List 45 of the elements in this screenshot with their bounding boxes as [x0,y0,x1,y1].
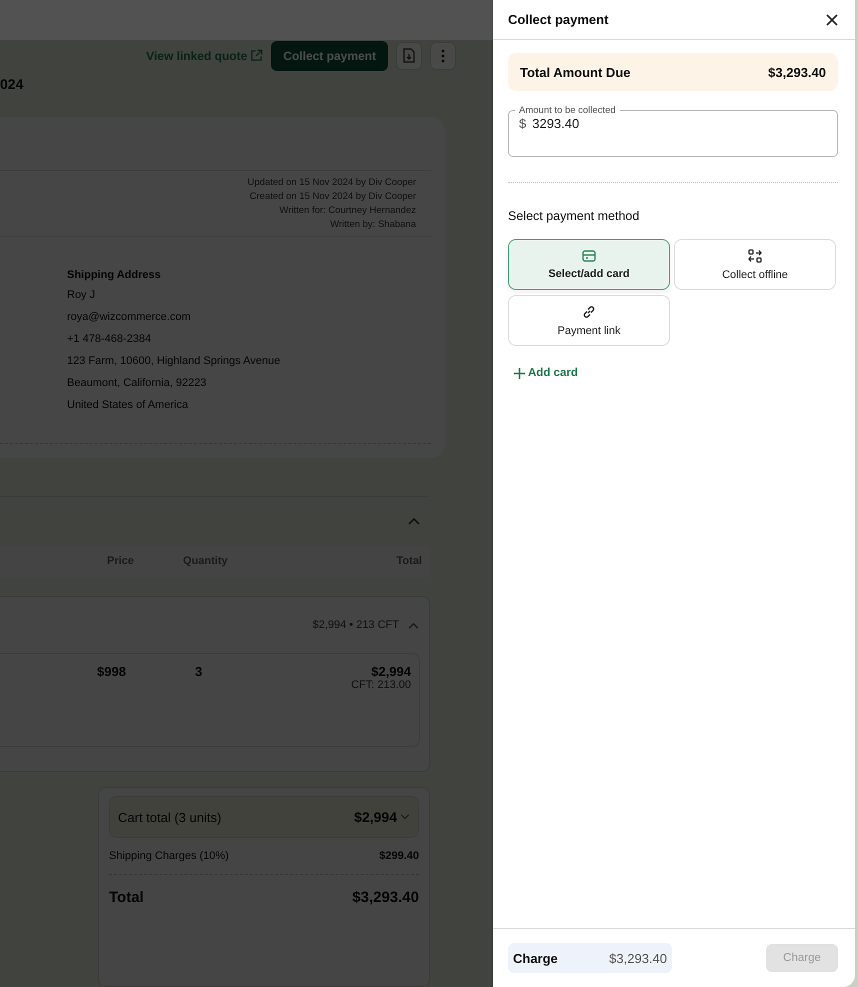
address-line: Beaumont, California, 92223 [67,376,208,389]
total-cell: $2,994 [371,664,411,679]
summary-label: Shipping Charges (10%) [109,850,229,862]
quantity-cell: 3 [195,664,202,679]
amount-input-field[interactable]: Amount to be collected $ 3293.40 [508,105,838,157]
payment-method-option[interactable]: Payment link [508,295,670,346]
amount-input[interactable]: 3293.40 [532,116,732,131]
currency-prefix: $ [519,116,526,131]
page-title: 024 [0,76,24,94]
address-line: roya@wizcommerce.com [67,310,192,323]
plus-icon [514,368,525,378]
more-vertical-icon [441,48,445,63]
total-due-label: Total Amount Due [520,64,630,80]
external-link-icon [250,49,264,62]
download-file-icon [403,48,415,64]
address-line: Roy J [67,288,96,301]
payment-method-option[interactable]: Collect offline [674,239,836,290]
summary-label: Total [109,888,144,906]
address-line: United States of America [67,398,190,411]
more-options-button[interactable] [430,42,456,70]
section-heading: Select payment method [508,209,640,223]
download-button[interactable] [396,42,422,70]
drawer-title: Collect payment [508,12,608,27]
swap-arrows-icon [748,248,762,262]
charge-amount: $3,293.40 [609,950,667,966]
chevron-up-icon[interactable] [408,517,420,526]
cart-total-label: Cart total (3 units) [118,810,222,824]
price-cell: $998 [97,664,126,679]
field-label: Amount to be collected [518,105,617,116]
address-heading: Shipping Address [67,268,162,281]
credit-card-icon [582,250,596,262]
address-line: 123 Farm, 10600, Highland Springs Avenue [67,354,282,367]
chevron-down-icon[interactable] [400,814,410,820]
summary-amount: $3,293.40 [352,888,419,906]
link-icon [582,304,596,318]
modal-backdrop[interactable] [0,0,493,987]
cart-total-amount: $2,994 [354,809,397,825]
chevron-up-icon[interactable] [408,622,419,628]
add-card-link[interactable]: Add card [514,367,578,379]
summary-amount: $299.40 [379,850,419,862]
close-button[interactable] [824,12,840,28]
address-line: +1 478-468-2384 [67,332,152,345]
charge-label: Charge [513,950,558,966]
payment-method-option[interactable]: Select/add card [508,239,670,290]
total-due-amount: $3,293.40 [768,64,826,80]
